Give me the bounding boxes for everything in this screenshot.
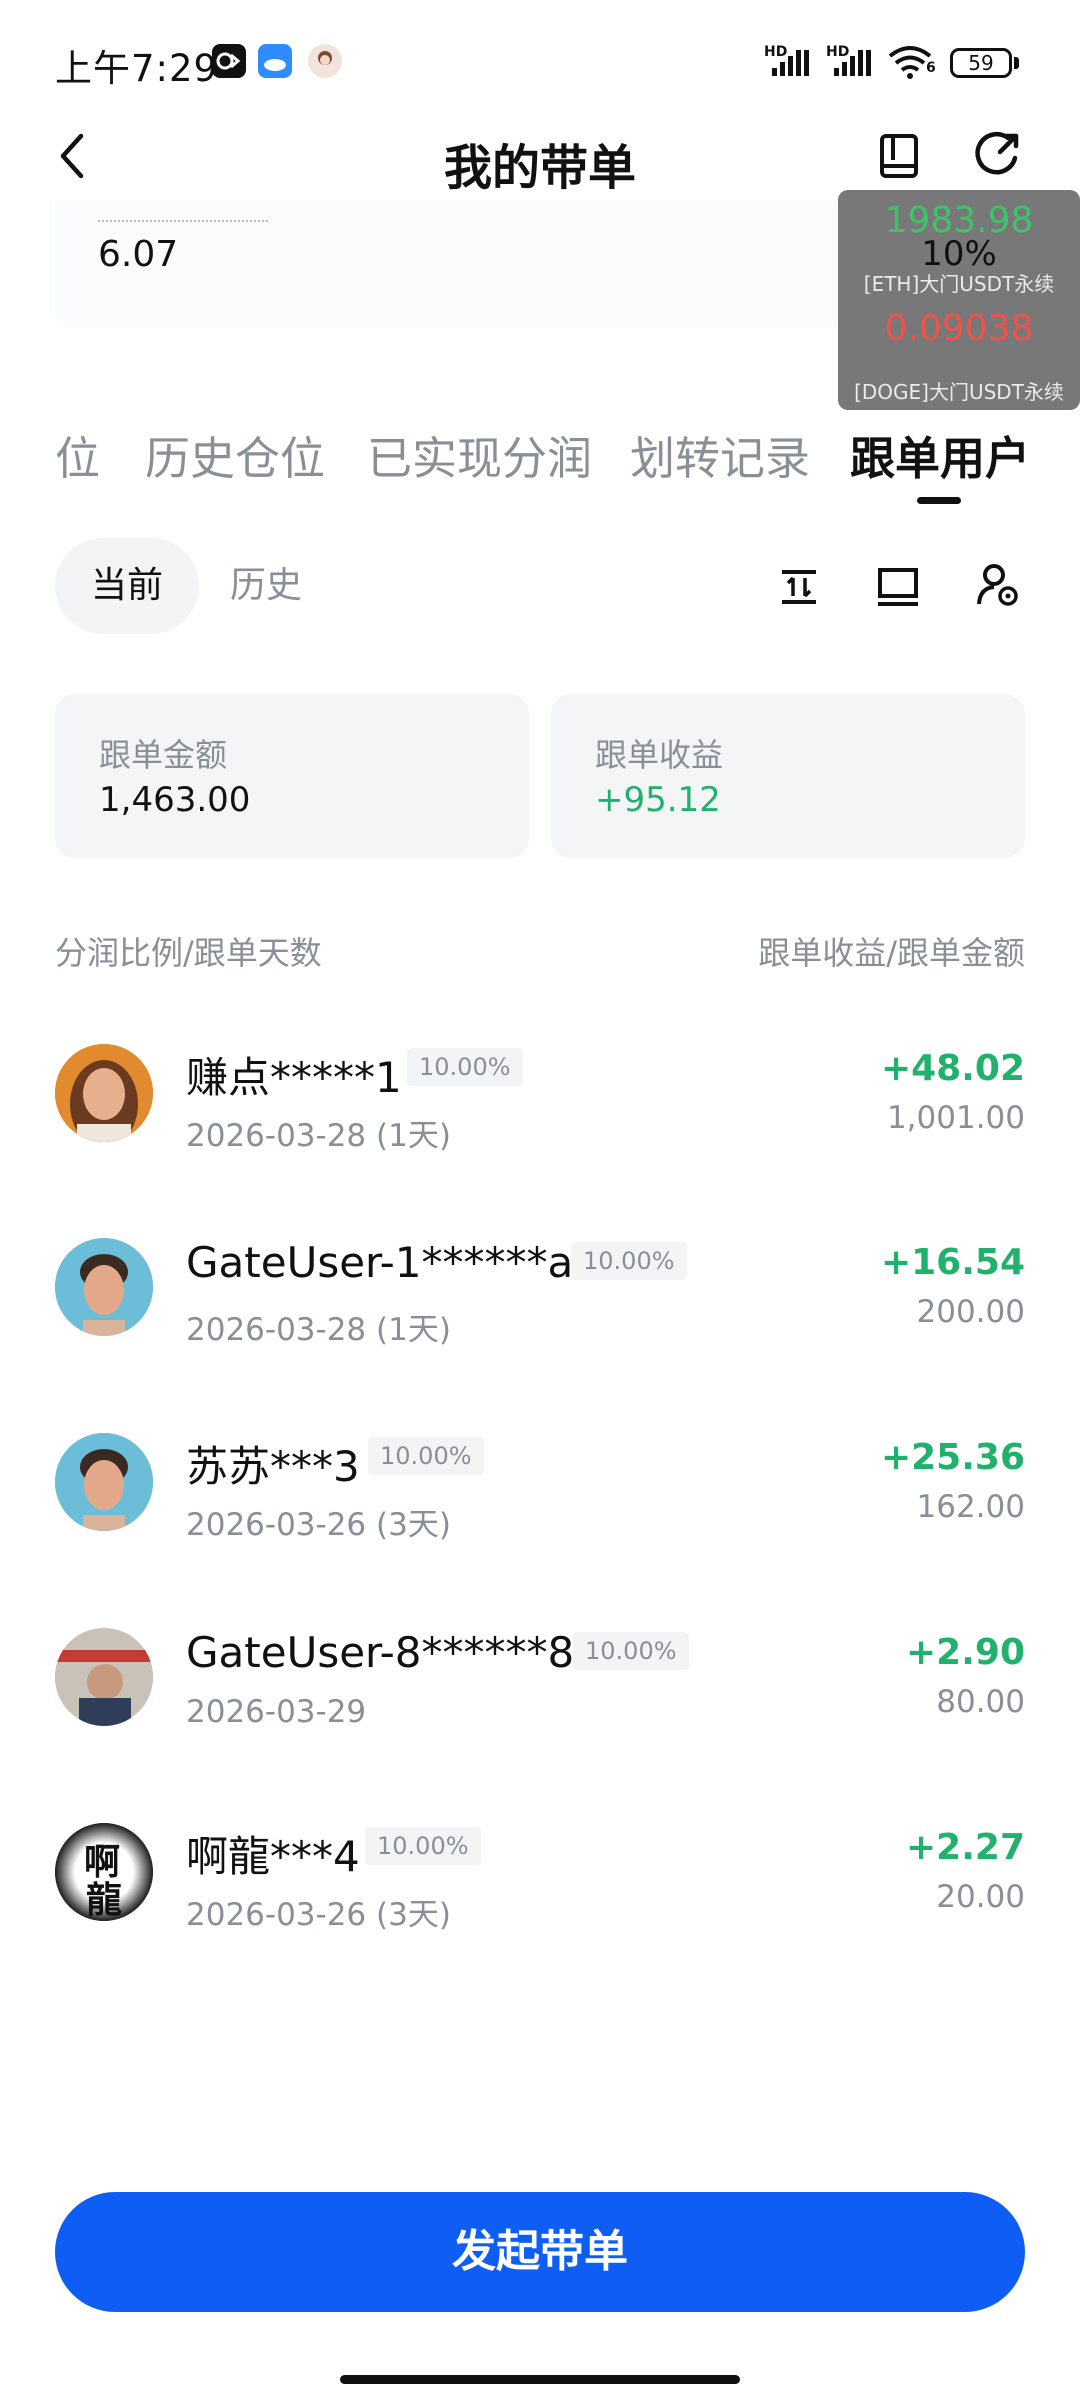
column-header-right: 跟单收益/跟单金额 xyxy=(758,934,1025,972)
follow-date: 2026-03-28 (1天) xyxy=(186,1312,451,1348)
segment-current[interactable]: 当前 xyxy=(55,538,199,634)
copy-amount-label: 跟单金额 xyxy=(99,736,228,774)
summary-label-clipped xyxy=(98,206,268,222)
follow-date: 2026-03-28 (1天) xyxy=(186,1118,451,1154)
follow-date: 2026-03-29 xyxy=(186,1694,367,1730)
copy-profit-card: 跟单收益 +95.12 xyxy=(551,694,1025,858)
active-tab-underline xyxy=(917,497,961,504)
avatar[interactable] xyxy=(55,1044,153,1142)
share-icon[interactable] xyxy=(972,130,1022,180)
status-time: 上午7:29 xyxy=(55,47,219,90)
avatar[interactable] xyxy=(55,1433,153,1531)
avatar[interactable] xyxy=(55,1628,153,1726)
segment-history[interactable]: 历史 xyxy=(230,538,302,634)
tab-copy-users[interactable]: 跟单用户 xyxy=(850,422,1030,487)
user-name: GateUser-1******a xyxy=(186,1238,574,1287)
battery-tip xyxy=(1014,57,1019,69)
user-profit: +48.02 xyxy=(880,1048,1025,1089)
avatar-glyph-bottom: 龍 xyxy=(86,1880,123,1921)
tab-transfer-records[interactable]: 划转记录 xyxy=(630,422,810,487)
doge-price: 0.09038 xyxy=(884,308,1034,349)
share-ratio-badge: 10.00% xyxy=(573,1632,689,1670)
user-amount: 1,001.00 xyxy=(886,1100,1025,1136)
cell-signal-icon-2 xyxy=(834,50,871,76)
share-ratio-badge: 10.00% xyxy=(365,1827,481,1865)
column-header-left: 分润比例/跟单天数 xyxy=(55,934,322,972)
user-profit: +2.90 xyxy=(906,1632,1025,1673)
user-profit: +2.27 xyxy=(906,1827,1025,1868)
share-ratio-badge: 10.00% xyxy=(407,1048,523,1086)
user-amount: 200.00 xyxy=(916,1294,1025,1330)
follow-date: 2026-03-26 (3天) xyxy=(186,1507,451,1543)
copy-amount-value: 1,463.00 xyxy=(99,780,251,820)
sort-icon[interactable] xyxy=(778,566,820,608)
share-ratio-badge: 10.00% xyxy=(571,1242,687,1280)
user-name: 啊龍***4 xyxy=(186,1832,360,1881)
user-amount: 20.00 xyxy=(936,1879,1025,1915)
user-name: GateUser-8******8 xyxy=(186,1628,575,1677)
tab-history-positions[interactable]: 历史仓位 xyxy=(145,422,325,487)
share-ratio-badge: 10.00% xyxy=(368,1437,484,1475)
copy-profit-label: 跟单收益 xyxy=(595,736,724,774)
app-notification-icon xyxy=(212,44,246,78)
user-settings-icon[interactable] xyxy=(976,562,1020,608)
avatar[interactable] xyxy=(55,1238,153,1336)
cloud-app-icon xyxy=(258,44,292,78)
user-amount: 80.00 xyxy=(936,1684,1025,1720)
avatar[interactable]: 啊 龍 xyxy=(55,1823,153,1921)
screen-icon[interactable] xyxy=(876,566,920,608)
wifi-badge: 6 xyxy=(926,60,936,76)
eth-label: [ETH]大门USDT永续 xyxy=(863,272,1055,296)
price-overlay: 1983.98 10% [ETH]大门USDT永续 0.09038 [DOGE]… xyxy=(838,190,1080,410)
user-name: 赚点*****1 xyxy=(186,1053,402,1102)
user-profit: +25.36 xyxy=(880,1437,1025,1478)
user-amount: 162.00 xyxy=(916,1489,1025,1525)
book-icon[interactable] xyxy=(877,132,921,180)
copy-amount-card: 跟单金额 1,463.00 xyxy=(55,694,529,858)
tab-positions[interactable]: 位 xyxy=(55,422,100,487)
avatar-notification-icon xyxy=(308,44,342,78)
battery-indicator: 59 xyxy=(950,48,1012,78)
user-name: 苏苏***3 xyxy=(186,1442,360,1491)
follow-date: 2026-03-26 (3天) xyxy=(186,1897,451,1933)
tab-realized-profit[interactable]: 已实现分润 xyxy=(367,422,592,487)
start-copy-trading-button[interactable]: 发起带单 xyxy=(55,2192,1025,2312)
doge-label: [DOGE]大门USDT永续 xyxy=(854,380,1064,404)
home-indicator[interactable] xyxy=(340,2375,740,2384)
user-profit: +16.54 xyxy=(880,1242,1025,1283)
copy-profit-value: +95.12 xyxy=(595,780,721,820)
cell-signal-icon xyxy=(772,50,809,76)
summary-value: 6.07 xyxy=(98,234,179,275)
